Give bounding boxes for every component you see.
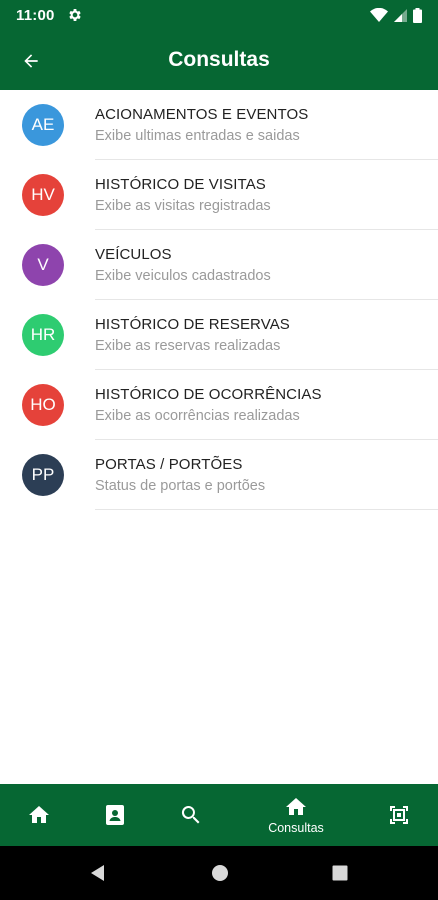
avatar: HR [22,314,64,356]
item-title: VEÍCULOS [95,246,172,263]
wifi-icon [370,8,388,22]
nav-search[interactable] [166,784,216,846]
item-title: HISTÓRICO DE OCORRÊNCIAS [95,386,322,403]
app-bar: Consultas [0,30,438,90]
item-subtitle: Exibe as ocorrências realizadas [95,408,300,424]
qr-scan-icon [390,806,408,824]
nav-contacts[interactable] [90,784,140,846]
system-home-button[interactable] [209,862,231,884]
settings-gear-icon [68,9,81,21]
status-icons [370,7,422,23]
avatar: HV [22,174,64,216]
system-back-button[interactable] [87,862,109,884]
item-subtitle: Status de portas e portões [95,478,266,494]
item-title: HISTÓRICO DE VISITAS [95,176,266,193]
item-subtitle: Exibe ultimas entradas e saidas [95,128,300,144]
item-title: HISTÓRICO DE RESERVAS [95,316,290,333]
nav-home[interactable] [14,784,64,846]
status-time: 11:00 [16,6,55,24]
page-title: Consultas [168,48,270,71]
nav-scan[interactable] [374,784,424,846]
divider [95,509,438,510]
battery-icon [413,7,422,23]
cell-signal-icon [394,8,407,22]
circle-home-icon [212,865,228,881]
list-item-portas-portoes[interactable]: PP PORTAS / PORTÕES Status de portas e p… [0,440,438,510]
consultas-list: AE ACIONAMENTOS E EVENTOS Exibe ultimas … [0,90,438,510]
list-item-acionamentos[interactable]: AE ACIONAMENTOS E EVENTOS Exibe ultimas … [0,90,438,160]
item-subtitle: Exibe as visitas registradas [95,198,271,214]
item-subtitle: Exibe as reservas realizadas [95,338,281,354]
system-navigation-bar [0,846,438,900]
avatar: AE [22,104,64,146]
square-recents-icon [332,865,348,881]
item-title: ACIONAMENTOS E EVENTOS [95,106,309,123]
system-recents-button[interactable] [329,862,351,884]
home-icon [286,798,306,815]
item-subtitle: Exibe veiculos cadastrados [95,268,271,284]
arrow-left-icon [24,54,38,68]
back-button[interactable] [14,44,48,78]
list-item-historico-ocorrencias[interactable]: HO HISTÓRICO DE OCORRÊNCIAS Exibe as oco… [0,370,438,440]
item-title: PORTAS / PORTÕES [95,456,243,473]
avatar: V [22,244,64,286]
triangle-back-icon [91,865,104,881]
home-icon [29,806,49,823]
nav-consultas-label: Consultas [268,821,324,835]
search-icon [181,806,200,824]
list-item-historico-visitas[interactable]: HV HISTÓRICO DE VISITAS Exibe as visitas… [0,160,438,230]
bottom-navigation: Consultas [0,784,438,846]
contact-card-icon [106,805,124,825]
list-item-historico-reservas[interactable]: HR HISTÓRICO DE RESERVAS Exibe as reserv… [0,300,438,370]
list-item-veiculos[interactable]: V VEÍCULOS Exibe veiculos cadastrados [0,230,438,300]
status-bar: 11:00 [0,0,438,30]
nav-consultas[interactable]: Consultas [256,784,336,846]
avatar: HO [22,384,64,426]
avatar: PP [22,454,64,496]
